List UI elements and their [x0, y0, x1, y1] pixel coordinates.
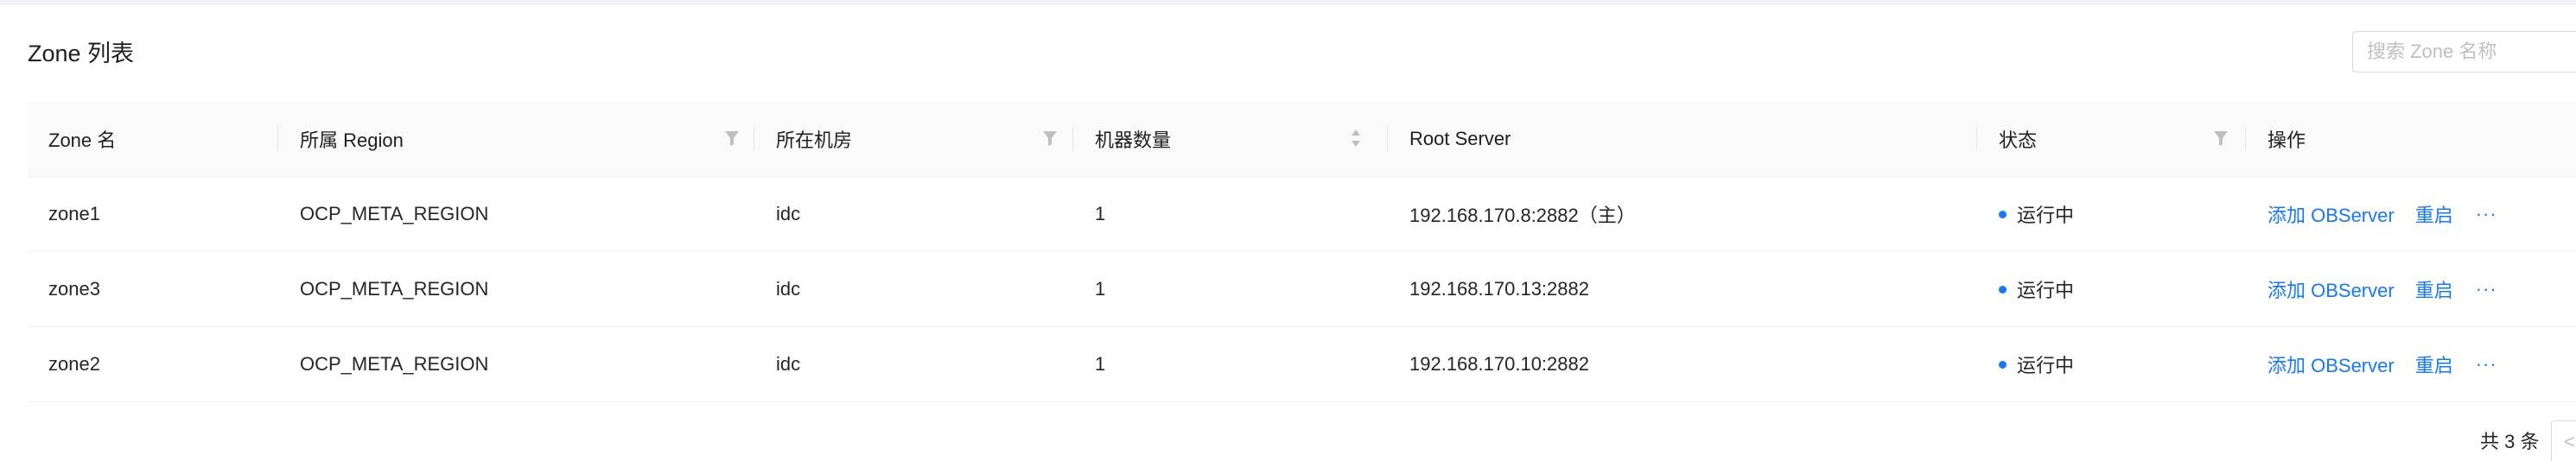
table-row: zone2 OCP_META_REGION idc 1 192.168.170.… — [28, 327, 2576, 402]
actions-cell: 添加 OBServer 重启 ··· — [2268, 327, 2497, 401]
column-divider — [1072, 127, 1073, 151]
column-header-idc: 所在机房 — [776, 129, 853, 151]
add-observer-link[interactable]: 添加 OBServer — [2268, 350, 2395, 378]
top-divider — [0, 0, 2576, 5]
status-dot-icon — [1999, 285, 2007, 294]
status-cell: 运行中 — [1999, 177, 2074, 251]
column-header-machine-count: 机器数量 — [1095, 129, 1172, 151]
restart-link[interactable]: 重启 — [2415, 200, 2453, 228]
column-header-actions: 操作 — [2268, 129, 2306, 151]
idc-cell: idc — [776, 353, 801, 375]
column-header-zone-name: Zone 名 — [48, 129, 117, 151]
actions-cell: 添加 OBServer 重启 ··· — [2268, 177, 2497, 251]
column-divider — [2245, 127, 2246, 151]
status-filter-icon[interactable] — [2213, 129, 2229, 147]
restart-link[interactable]: 重启 — [2415, 275, 2453, 303]
idc-cell: idc — [776, 203, 801, 224]
idc-filter-icon[interactable] — [1042, 129, 1058, 147]
column-divider — [1387, 127, 1388, 151]
add-observer-link[interactable]: 添加 OBServer — [2268, 275, 2395, 303]
machine-count-cell: 1 — [1095, 203, 1106, 224]
restart-link[interactable]: 重启 — [2415, 350, 2453, 378]
more-icon[interactable]: ··· — [2476, 203, 2497, 225]
status-text: 运行中 — [2017, 355, 2075, 376]
more-icon[interactable]: ··· — [2476, 353, 2497, 376]
status-text: 运行中 — [2017, 280, 2075, 301]
zone-search-input[interactable] — [2352, 31, 2576, 73]
machine-count-cell: 1 — [1095, 278, 1106, 300]
status-dot-icon — [1999, 210, 2007, 218]
page-title: Zone 列表 — [28, 41, 135, 66]
region-cell: OCP_META_REGION — [300, 278, 489, 300]
machine-count-sort-icon[interactable] — [1350, 127, 1362, 149]
status-cell: 运行中 — [1999, 327, 2074, 401]
root-server-cell: 192.168.170.13:2882 — [1409, 278, 1589, 300]
region-cell: OCP_META_REGION — [300, 203, 489, 224]
root-server-cell: 192.168.170.8:2882（主） — [1409, 205, 1636, 226]
machine-count-cell: 1 — [1095, 353, 1106, 375]
idc-cell: idc — [776, 278, 801, 300]
zone-list-page: Zone 列表 Zone 名 所属 Region 所在机房 机器数量 Root … — [0, 0, 2576, 461]
add-observer-link[interactable]: 添加 OBServer — [2268, 200, 2395, 228]
actions-cell: 添加 OBServer 重启 ··· — [2268, 252, 2497, 326]
region-cell: OCP_META_REGION — [300, 353, 489, 375]
root-server-cell: 192.168.170.10:2882 — [1409, 353, 1589, 375]
more-icon[interactable]: ··· — [2476, 278, 2497, 300]
status-dot-icon — [1999, 360, 2007, 369]
table-row: zone1 OCP_META_REGION idc 1 192.168.170.… — [28, 177, 2576, 252]
pagination-total: 共 3 条 — [2480, 431, 2540, 452]
column-header-status: 状态 — [1999, 129, 2038, 151]
region-filter-icon[interactable] — [724, 129, 740, 147]
column-divider — [277, 127, 278, 151]
pagination-prev-button[interactable]: < — [2551, 420, 2576, 461]
column-header-region: 所属 Region — [300, 129, 404, 151]
zone-name-cell: zone3 — [48, 278, 100, 300]
column-header-root-server: Root Server — [1409, 128, 1511, 149]
table-header: Zone 名 所属 Region 所在机房 机器数量 Root Server 状… — [28, 102, 2576, 177]
table-row: zone3 OCP_META_REGION idc 1 192.168.170.… — [28, 252, 2576, 327]
column-divider — [1976, 127, 1977, 151]
zone-table: Zone 名 所属 Region 所在机房 机器数量 Root Server 状… — [28, 102, 2576, 402]
zone-name-cell: zone2 — [48, 353, 100, 375]
status-cell: 运行中 — [1999, 252, 2074, 326]
chevron-left-icon: < — [2564, 431, 2575, 452]
status-text: 运行中 — [2017, 205, 2075, 226]
zone-name-cell: zone1 — [48, 203, 100, 224]
